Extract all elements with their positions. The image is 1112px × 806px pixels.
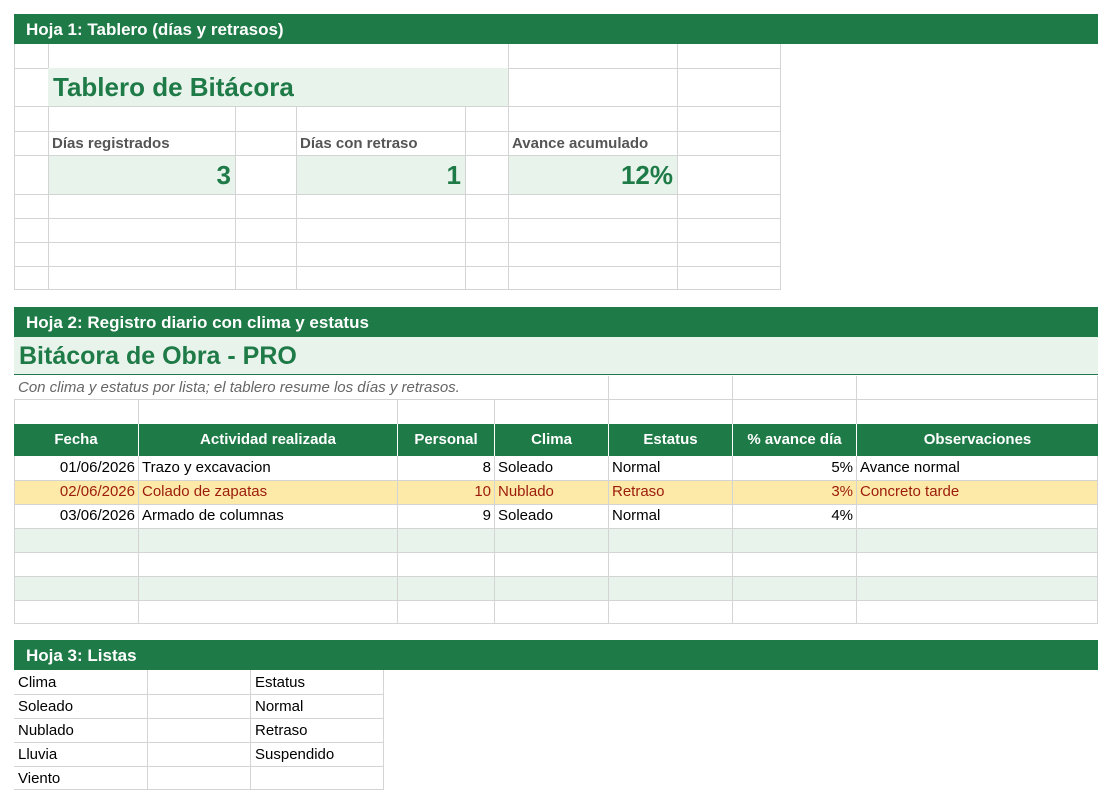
metric-label-avance: Avance acumulado [512, 135, 649, 152]
cell-clima[interactable]: Nublado [498, 480, 554, 504]
col-header-estatus[interactable]: Estatus [609, 424, 732, 456]
sheet3-band-title: Hoja 3: Listas [26, 646, 137, 665]
list-item-clima[interactable]: Soleado [18, 695, 73, 719]
col-header-personal[interactable]: Personal [398, 424, 494, 456]
metric-label-retraso: Días con retraso [300, 135, 418, 152]
cell-personal[interactable]: 10 [397, 480, 491, 504]
cell-clima[interactable]: Soleado [498, 504, 553, 528]
metric-value-dias: 3 [216, 160, 231, 190]
empty-row[interactable] [14, 600, 1098, 624]
col-header-fecha[interactable]: Fecha [14, 424, 138, 456]
cell-avance[interactable]: 4% [732, 504, 853, 528]
empty-row[interactable] [14, 552, 1098, 576]
cell-actividad[interactable]: Armado de columnas [142, 504, 284, 528]
cell-personal[interactable]: 9 [397, 504, 491, 528]
sheet2-band: Hoja 2: Registro diario con clima y esta… [14, 307, 1098, 337]
cell-estatus[interactable]: Normal [612, 456, 660, 480]
metric-value-avance: 12% [620, 160, 673, 190]
log-subtitle: Con clima y estatus por lista; el tabler… [18, 379, 460, 396]
log-title-cell[interactable]: Bitácora de Obra - PRO [14, 337, 1098, 375]
col-header-observaciones[interactable]: Observaciones [857, 424, 1098, 456]
col-header-actividad[interactable]: Actividad realizada [139, 424, 397, 456]
cell-fecha[interactable]: 03/06/2026 [14, 504, 135, 528]
col-header-clima[interactable]: Clima [495, 424, 608, 456]
cell-observaciones[interactable]: Concreto tarde [860, 480, 959, 504]
cell-actividad[interactable]: Trazo y excavacion [142, 456, 271, 480]
empty-row[interactable] [14, 576, 1098, 600]
empty-row[interactable] [14, 528, 1098, 552]
list-item-clima[interactable]: Viento [18, 767, 60, 791]
sheet1-band: Hoja 1: Tablero (días y retrasos) [14, 14, 1098, 44]
list-item-estatus[interactable]: Normal [255, 695, 303, 719]
list-header-estatus[interactable]: Estatus [255, 671, 305, 695]
list-item-estatus[interactable]: Suspendido [255, 743, 334, 767]
log-title: Bitácora de Obra - PRO [19, 342, 297, 370]
metric-label-dias: Días registrados [52, 135, 170, 152]
cell-actividad[interactable]: Colado de zapatas [142, 480, 267, 504]
list-header-clima[interactable]: Clima [18, 671, 56, 695]
list-item-estatus[interactable]: Retraso [255, 719, 308, 743]
col-header-avance[interactable]: % avance día [733, 424, 856, 456]
list-item-clima[interactable]: Nublado [18, 719, 74, 743]
sheet2-band-title: Hoja 2: Registro diario con clima y esta… [26, 313, 369, 332]
cell-avance[interactable]: 5% [732, 456, 853, 480]
cell-personal[interactable]: 8 [397, 456, 491, 480]
cell-clima[interactable]: Soleado [498, 456, 553, 480]
cell-observaciones[interactable]: Avance normal [860, 456, 960, 480]
list-item-clima[interactable]: Lluvia [18, 743, 57, 767]
cell-estatus[interactable]: Retraso [612, 480, 665, 504]
cell-fecha[interactable]: 02/06/2026 [14, 480, 135, 504]
cell-fecha[interactable]: 01/06/2026 [14, 456, 135, 480]
sheet1-band-title: Hoja 1: Tablero (días y retrasos) [26, 20, 284, 39]
dashboard-title: Tablero de Bitácora [53, 72, 294, 102]
metric-value-retraso: 1 [446, 160, 461, 190]
cell-estatus[interactable]: Normal [612, 504, 660, 528]
cell-avance[interactable]: 3% [732, 480, 853, 504]
sheet3-band: Hoja 3: Listas [14, 640, 1098, 670]
